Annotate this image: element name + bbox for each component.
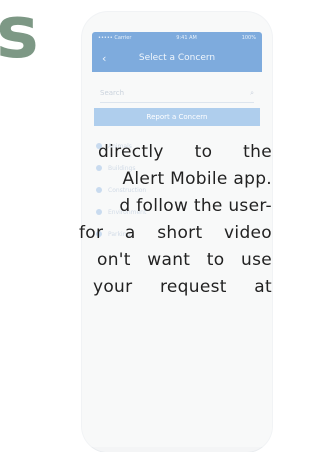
chevron-left-icon: ‹ <box>102 51 107 65</box>
phone-fade <box>82 312 272 452</box>
search-placeholder: Search <box>100 89 125 97</box>
paragraph-line: on't want to use <box>97 250 272 270</box>
status-time: 9:41 AM <box>176 35 197 41</box>
paragraph-line: d follow the user- <box>119 196 272 216</box>
paragraph-line: for a short video <box>79 223 272 243</box>
report-concern-label: Report a Concern <box>146 113 208 121</box>
paragraph-line: Alert Mobile app. <box>122 169 272 189</box>
page-heading: s <box>0 0 39 74</box>
search-icon: ⌕ <box>250 88 254 97</box>
report-concern-button: Report a Concern <box>94 108 260 126</box>
phone-status-bar: ••••• Carrier 9:41 AM 100% <box>92 32 262 44</box>
battery-status: 100% <box>241 35 256 41</box>
nav-title: Select a Concern <box>138 53 216 63</box>
phone-nav-bar: ‹ Select a Concern <box>92 44 262 72</box>
paragraph-line: directly to the <box>98 142 272 162</box>
body-paragraph: directly to the Alert Mobile app. d foll… <box>0 139 272 301</box>
carrier-signal: ••••• Carrier <box>98 35 132 41</box>
paragraph-line: your request at <box>93 277 272 297</box>
phone-search-field: Search ⌕ <box>100 84 254 103</box>
